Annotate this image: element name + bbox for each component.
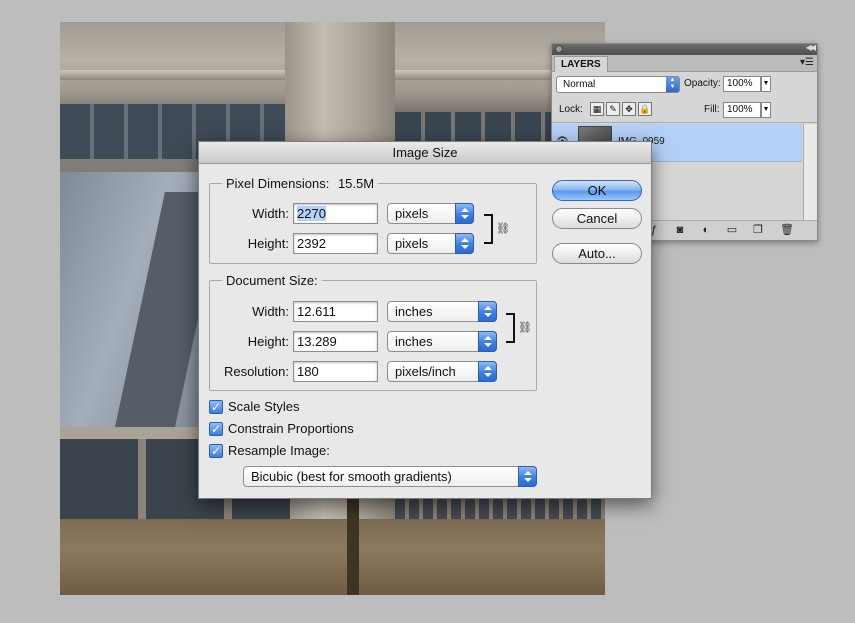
collapse-icon[interactable]: ◀◀ bbox=[806, 43, 816, 52]
opacity-field[interactable]: 100% ▼ bbox=[723, 76, 771, 92]
pixel-width-unit-select[interactable]: pixels bbox=[387, 203, 474, 224]
layers-panel-titlebar[interactable]: ◀◀ bbox=[552, 43, 817, 55]
lock-position-icon[interactable]: ✥ bbox=[622, 102, 636, 116]
chevron-updown-icon bbox=[478, 361, 497, 382]
chevron-updown-icon bbox=[518, 466, 537, 487]
blend-mode-select[interactable]: Normal ▲ ▼ bbox=[556, 76, 680, 93]
pixel-width-input[interactable]: 2270 bbox=[293, 203, 378, 224]
cancel-button[interactable]: Cancel bbox=[552, 208, 642, 229]
pixel-height-label: Height: bbox=[247, 236, 289, 251]
dialog-title: Image Size bbox=[199, 142, 651, 164]
resample-method-select[interactable]: Bicubic (best for smooth gradients) bbox=[243, 466, 537, 487]
resolution-input[interactable]: 180 bbox=[293, 361, 378, 382]
close-icon[interactable] bbox=[555, 45, 563, 53]
chevron-down-icon[interactable]: ▼ bbox=[761, 102, 771, 118]
chevron-updown-icon bbox=[478, 301, 497, 322]
new-layer-icon[interactable]: ❐ bbox=[752, 224, 764, 236]
lock-transparent-icon[interactable]: ▦ bbox=[590, 102, 604, 116]
auto-button[interactable]: Auto... bbox=[552, 243, 642, 264]
mask-icon[interactable]: ◙ bbox=[674, 224, 686, 236]
chain-link-icon: ⛓ bbox=[496, 223, 510, 235]
checkmark-icon: ✓ bbox=[209, 400, 223, 414]
layers-scrollbar[interactable] bbox=[803, 124, 817, 220]
doc-height-label: Height: bbox=[247, 334, 289, 349]
doc-width-label: Width: bbox=[252, 304, 289, 319]
fill-label: Fill: bbox=[704, 104, 720, 115]
document-size-legend: Document Size: bbox=[226, 273, 318, 288]
doc-height-input[interactable]: 13.289 bbox=[293, 331, 378, 352]
chain-link-icon: ⛓ bbox=[518, 322, 532, 334]
adjustment-icon[interactable]: ◐ bbox=[700, 224, 712, 236]
chevron-updown-icon: ▲ ▼ bbox=[666, 77, 679, 92]
checkmark-icon: ✓ bbox=[209, 444, 223, 458]
tab-layers[interactable]: LAYERS bbox=[554, 56, 608, 72]
constrain-bracket bbox=[484, 214, 493, 244]
image-size-dialog: Image Size Pixel Dimensions: 15.5M Width… bbox=[198, 141, 652, 499]
lock-all-icon[interactable]: 🔒 bbox=[638, 102, 652, 116]
pixel-height-unit-select[interactable]: pixels bbox=[387, 233, 474, 254]
chevron-down-icon[interactable]: ▼ bbox=[761, 76, 771, 92]
pixel-dimensions-legend: Pixel Dimensions: bbox=[226, 176, 330, 191]
doc-height-unit-select[interactable]: inches bbox=[387, 331, 497, 352]
doc-constrain-bracket bbox=[506, 313, 515, 343]
doc-width-input[interactable]: 12.611 bbox=[293, 301, 378, 322]
folder-icon[interactable]: ▭ bbox=[726, 224, 738, 236]
chevron-updown-icon bbox=[455, 233, 474, 254]
chevron-updown-icon bbox=[455, 203, 474, 224]
pixel-width-label: Width: bbox=[252, 206, 289, 221]
fill-field[interactable]: 100% ▼ bbox=[723, 102, 771, 118]
checkmark-icon: ✓ bbox=[209, 422, 223, 436]
resolution-unit-select[interactable]: pixels/inch bbox=[387, 361, 497, 382]
opacity-label: Opacity: bbox=[684, 78, 721, 89]
panel-menu-icon[interactable]: ▾☰ bbox=[800, 57, 814, 68]
ok-button[interactable]: OK bbox=[552, 180, 642, 201]
doc-width-unit-select[interactable]: inches bbox=[387, 301, 497, 322]
lock-label: Lock: bbox=[559, 104, 583, 115]
resolution-label: Resolution: bbox=[223, 364, 289, 379]
lock-image-icon[interactable]: ✎ bbox=[606, 102, 620, 116]
pixel-height-input[interactable]: 2392 bbox=[293, 233, 378, 254]
pixel-dimensions-size: 15.5M bbox=[337, 176, 375, 191]
chevron-updown-icon bbox=[478, 331, 497, 352]
trash-icon[interactable]: 🗑 bbox=[780, 224, 794, 236]
